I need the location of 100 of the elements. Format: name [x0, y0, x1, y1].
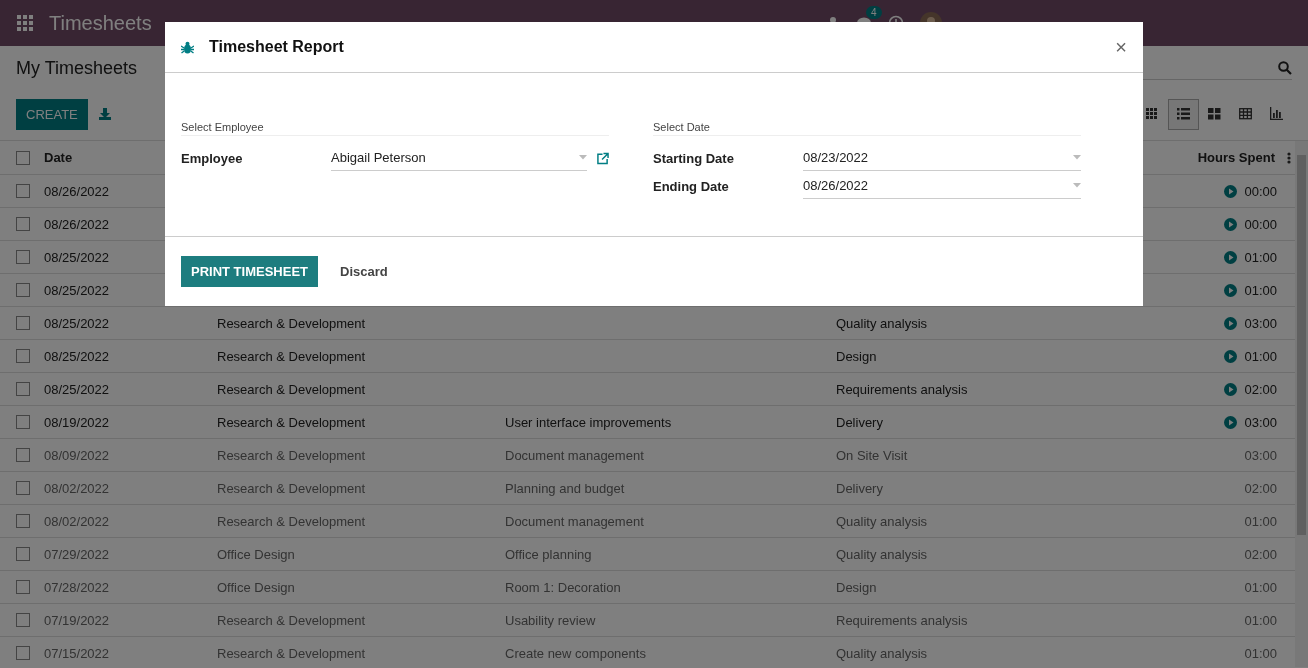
input-field[interactable]: 08/26/2022: [803, 173, 1081, 199]
row-checkbox[interactable]: [16, 646, 30, 660]
table-cell: 08/09/2022: [44, 447, 110, 463]
table-cell: Requirements analysis: [836, 612, 968, 628]
page-title: My Timesheets: [16, 57, 138, 79]
play-icon[interactable]: [1224, 217, 1238, 231]
table-cell: Research & Development: [217, 414, 366, 430]
table-cell: 08/25/2022: [44, 315, 110, 331]
bug-icon: [181, 40, 194, 54]
table-cell: 08/26/2022: [44, 183, 110, 199]
row-checkbox[interactable]: [16, 415, 30, 429]
app-title: Timesheets: [49, 11, 152, 35]
table-cell: 02:00: [1244, 546, 1277, 562]
play-icon[interactable]: [1224, 316, 1238, 330]
row-checkbox[interactable]: [16, 349, 30, 363]
table-cell: 08/25/2022: [44, 348, 110, 364]
scrollbar[interactable]: [1295, 141, 1308, 667]
column-header[interactable]: Hours Spent: [1197, 150, 1275, 165]
table-cell: 08/25/2022: [44, 381, 110, 397]
table-cell: Delivery: [836, 480, 883, 496]
dialog-title: Timesheet Report: [209, 38, 344, 56]
row-checkbox[interactable]: [16, 184, 30, 198]
input-field[interactable]: 08/23/2022: [803, 145, 1081, 171]
table-cell: 01:00: [1244, 513, 1277, 529]
apps-menu-icon[interactable]: [17, 15, 33, 31]
search-icon[interactable]: [1278, 60, 1292, 75]
grid-view-icon: [1208, 107, 1221, 121]
table-cell: Research & Development: [217, 348, 366, 364]
table-cell: Create new components: [505, 645, 646, 661]
row-checkbox[interactable]: [16, 448, 30, 462]
table-cell: 03:00: [1244, 315, 1277, 331]
row-checkbox[interactable]: [16, 481, 30, 495]
table-cell: 08/19/2022: [44, 414, 110, 430]
dropdown-caret-icon[interactable]: [579, 155, 588, 160]
play-icon[interactable]: [1224, 250, 1238, 264]
table-cell: Office Design: [217, 579, 295, 595]
view-switch-button[interactable]: [1168, 98, 1199, 130]
row-checkbox[interactable]: [16, 547, 30, 561]
create-button[interactable]: CREATE: [16, 98, 88, 130]
row-checkbox[interactable]: [16, 316, 30, 330]
print-timesheet-button[interactable]: PRINT TIMESHEET: [181, 256, 318, 287]
row-checkbox[interactable]: [16, 613, 30, 627]
table-cell: Research & Development: [217, 645, 366, 661]
row-checkbox[interactable]: [16, 382, 30, 396]
table-cell: 07/19/2022: [44, 612, 110, 628]
section-heading: Select Date: [653, 121, 1081, 136]
play-icon[interactable]: [1224, 382, 1238, 396]
table-cell: 08/02/2022: [44, 513, 110, 529]
row-checkbox[interactable]: [16, 283, 30, 297]
table-cell: Usability review: [505, 612, 596, 628]
column-header[interactable]: Date: [44, 150, 73, 165]
bar-chart-icon: [1270, 107, 1283, 121]
play-icon[interactable]: [1224, 349, 1238, 363]
scrollbar-thumb[interactable]: [1297, 155, 1306, 535]
table-cell: 07/28/2022: [44, 579, 110, 595]
section-heading: Select Employee: [181, 121, 609, 136]
dropdown-caret-icon[interactable]: [1073, 183, 1081, 188]
table-cell: On Site Visit: [836, 447, 908, 463]
discard-button[interactable]: Discard: [334, 263, 394, 280]
field-label: Employee: [181, 150, 244, 166]
download-icon[interactable]: [98, 108, 111, 120]
field-label: Ending Date: [653, 178, 730, 194]
table-cell: Design: [836, 348, 877, 364]
row-checkbox[interactable]: [16, 514, 30, 528]
table-cell: Document management: [505, 513, 644, 529]
close-button[interactable]: ×: [1115, 35, 1127, 59]
external-link-icon[interactable]: [597, 151, 609, 165]
input-field[interactable]: Abigail Peterson: [331, 145, 588, 171]
table-cell: 08/02/2022: [44, 480, 110, 496]
table-cell: Research & Development: [217, 381, 366, 397]
row-checkbox[interactable]: [16, 217, 30, 231]
row-checkbox[interactable]: [16, 250, 30, 264]
column-options-icon[interactable]: [1287, 151, 1291, 164]
row-checkbox[interactable]: [16, 580, 30, 594]
table-cell: Quality analysis: [836, 513, 928, 529]
table-view-icon: [1239, 107, 1252, 121]
table-cell: 01:00: [1244, 348, 1277, 364]
table-cell: Research & Development: [217, 513, 366, 529]
list-view-icon: [1177, 107, 1190, 121]
select-all-checkbox[interactable]: [16, 150, 30, 165]
table-cell: 03:00: [1244, 414, 1277, 430]
table-cell: 01:00: [1244, 249, 1277, 265]
table-cell: 00:00: [1244, 216, 1277, 232]
table-cell: 08/26/2022: [44, 216, 110, 232]
table-cell: 07/29/2022: [44, 546, 110, 562]
message-count-badge: 4: [866, 6, 882, 19]
table-cell: Research & Development: [217, 612, 366, 628]
table-cell: 01:00: [1244, 612, 1277, 628]
table-cell: 01:00: [1244, 645, 1277, 661]
table-cell: Research & Development: [217, 480, 366, 496]
play-icon[interactable]: [1224, 415, 1238, 429]
table-cell: 01:00: [1244, 282, 1277, 298]
table-cell: Quality analysis: [836, 315, 928, 331]
play-icon[interactable]: [1224, 184, 1238, 198]
table-cell: 08/25/2022: [44, 282, 110, 298]
play-icon[interactable]: [1224, 283, 1238, 297]
table-cell: 00:00: [1244, 183, 1277, 199]
dropdown-caret-icon[interactable]: [1073, 155, 1081, 160]
table-cell: Office Design: [217, 546, 295, 562]
table-cell: 02:00: [1244, 480, 1277, 496]
